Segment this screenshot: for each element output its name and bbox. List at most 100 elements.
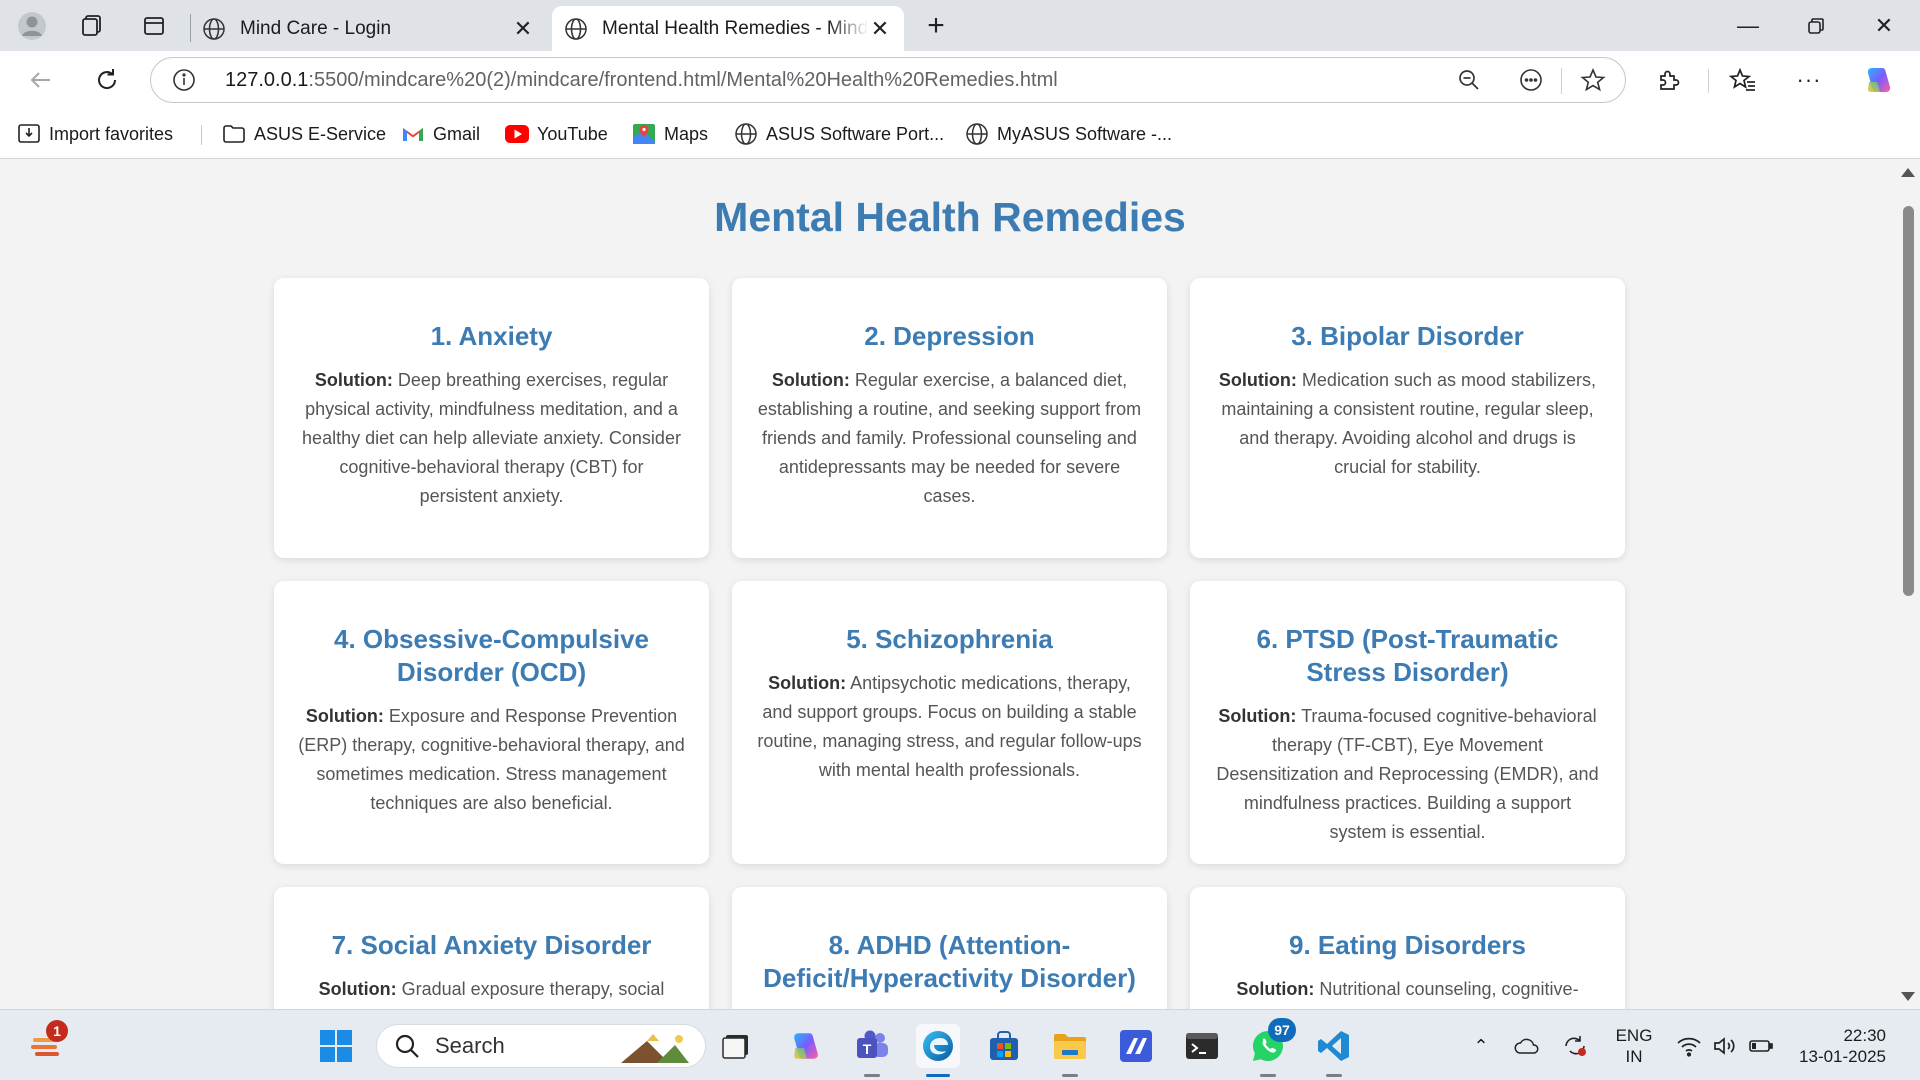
- profile-avatar[interactable]: [14, 8, 50, 44]
- read-aloud-button[interactable]: [1517, 66, 1545, 94]
- fav-gmail[interactable]: Gmail: [401, 120, 480, 148]
- close-tab-icon[interactable]: ✕: [511, 16, 535, 41]
- taskbar-app[interactable]: [1114, 1024, 1158, 1068]
- fav-myasus-software[interactable]: MyASUS Software -...: [965, 120, 1172, 148]
- taskbar-store[interactable]: [982, 1024, 1026, 1068]
- search-icon: [395, 1034, 419, 1058]
- taskbar-task-view[interactable]: [714, 1024, 758, 1068]
- card-text: Solution: Gradual exposure therapy, soci…: [298, 975, 685, 1009]
- puzzle-icon: [1660, 70, 1680, 90]
- taskbar-copilot[interactable]: [784, 1024, 828, 1068]
- card-text: Solution: Nutritional counseling, cognit…: [1214, 975, 1601, 1004]
- show-hidden-icons-button[interactable]: ⌃: [1466, 1024, 1496, 1068]
- remedy-card-ocd: 4. Obsessive-Compulsive Disorder (OCD) S…: [274, 581, 709, 864]
- url-text[interactable]: 127.0.0.1:5500/mindcare%20(2)/mindcare/f…: [225, 69, 1058, 92]
- remedy-card-schizophrenia: 5. Schizophrenia Solution: Antipsychotic…: [732, 581, 1167, 864]
- remedy-card-ptsd: 6. PTSD (Post-Traumatic Stress Disorder)…: [1190, 581, 1625, 864]
- terminal-icon: [1186, 1033, 1218, 1059]
- solution-label: Solution:: [1218, 706, 1297, 726]
- page-viewport: Mental Health Remedies 1. Anxiety Soluti…: [0, 160, 1920, 1009]
- fav-maps[interactable]: Maps: [632, 120, 708, 148]
- language-indicator[interactable]: ENG IN: [1612, 1025, 1656, 1067]
- more-tools-icon: [1520, 69, 1542, 91]
- battery-icon: [1749, 1040, 1773, 1052]
- url-host: 127.0.0.1: [225, 69, 309, 91]
- remedy-card-depression: 2. Depression Solution: Regular exercise…: [732, 278, 1167, 558]
- plus-icon: +: [927, 9, 945, 42]
- tab-actions-button[interactable]: [136, 8, 172, 44]
- solution-text: Trauma-focused cognitive-behavioral ther…: [1216, 706, 1599, 842]
- widgets-button[interactable]: 1: [24, 1020, 68, 1068]
- tray-wifi[interactable]: [1674, 1024, 1704, 1068]
- card-title: 7. Social Anxiety Disorder: [331, 930, 652, 960]
- gmail-icon: [401, 122, 425, 146]
- card-text: Solution: Deep breathing exercises, regu…: [298, 366, 685, 511]
- page-scrollbar[interactable]: [1897, 160, 1920, 1009]
- zoom-out-button[interactable]: [1455, 66, 1483, 94]
- system-clock[interactable]: 22:30 13-01-2025: [1786, 1025, 1886, 1067]
- site-info-icon[interactable]: [171, 67, 197, 93]
- minimize-button[interactable]: —: [1714, 0, 1782, 51]
- fav-asus-eservice[interactable]: ASUS E-Service: [222, 120, 386, 148]
- solution-text: Gradual exposure therapy, social skills: [401, 979, 665, 1009]
- close-icon: ✕: [1874, 12, 1894, 38]
- globe-icon: [965, 122, 989, 146]
- taskbar-file-explorer[interactable]: [1048, 1024, 1092, 1077]
- tab-mental-health-remedies[interactable]: Mental Health Remedies - Mind Care ✕: [552, 6, 904, 51]
- settings-more-button[interactable]: ···: [1790, 61, 1828, 99]
- scroll-down-arrow-icon[interactable]: [1901, 992, 1915, 1001]
- scroll-up-arrow-icon[interactable]: [1901, 168, 1915, 177]
- zoom-out-icon: [1459, 70, 1479, 90]
- card-text: Solution: Regular exercise, a balanced d…: [756, 366, 1143, 511]
- extensions-button[interactable]: [1650, 61, 1688, 99]
- back-button[interactable]: [22, 61, 60, 99]
- fav-label: YouTube: [537, 123, 608, 144]
- clock-time: 22:30: [1843, 1026, 1886, 1045]
- running-indicator: [1260, 1074, 1276, 1077]
- taskbar-terminal[interactable]: [1180, 1024, 1224, 1068]
- tray-battery[interactable]: [1746, 1024, 1776, 1068]
- remedies-grid: 1. Anxiety Solution: Deep breathing exer…: [274, 278, 1625, 1009]
- address-bar[interactable]: 127.0.0.1:5500/mindcare%20(2)/mindcare/f…: [150, 57, 1626, 103]
- fav-youtube[interactable]: YouTube: [505, 120, 608, 148]
- new-tab-button[interactable]: +: [918, 8, 954, 44]
- copilot-icon: [1867, 68, 1891, 92]
- running-indicator: [864, 1074, 880, 1077]
- favorites-list-icon: [1729, 67, 1755, 91]
- tray-onedrive[interactable]: [1512, 1024, 1542, 1068]
- taskbar-teams[interactable]: T: [850, 1024, 894, 1077]
- taskbar-whatsapp[interactable]: 97: [1246, 1018, 1296, 1077]
- taskbar-search[interactable]: Search: [376, 1024, 706, 1068]
- taskbar-vscode[interactable]: [1312, 1024, 1356, 1077]
- copilot-button[interactable]: [1860, 61, 1898, 99]
- card-title: 9. Eating Disorders: [1289, 930, 1526, 960]
- card-title: 3. Bipolar Disorder: [1291, 321, 1524, 351]
- start-button[interactable]: [314, 1024, 358, 1068]
- sync-icon: [1565, 1036, 1586, 1056]
- restore-button[interactable]: [1782, 0, 1850, 51]
- scrollbar-thumb[interactable]: [1903, 206, 1914, 596]
- favorite-star-button[interactable]: [1579, 66, 1607, 94]
- chevron-up-icon: ⌃: [1473, 1035, 1489, 1056]
- fav-asus-software-portal[interactable]: ASUS Software Port...: [734, 120, 944, 148]
- running-indicator: [1326, 1074, 1342, 1077]
- workspaces-button[interactable]: [74, 8, 110, 44]
- fav-label: ASUS E-Service: [254, 123, 387, 144]
- tray-volume[interactable]: [1710, 1024, 1740, 1068]
- card-title: 5. Schizophrenia: [846, 624, 1053, 654]
- close-tab-icon[interactable]: ✕: [868, 16, 892, 41]
- close-window-button[interactable]: ✕: [1850, 0, 1918, 51]
- fav-import-favorites[interactable]: Import favorites: [17, 120, 173, 148]
- tray-sync[interactable]: [1560, 1024, 1590, 1068]
- solution-label: Solution:: [305, 706, 384, 726]
- fav-label: Maps: [664, 123, 709, 144]
- solution-label: Solution:: [1218, 370, 1297, 390]
- folder-icon: [1054, 1034, 1086, 1059]
- card-title: 4. Obsessive-Compulsive Disorder (OCD): [333, 624, 650, 687]
- taskbar-edge[interactable]: [916, 1024, 960, 1077]
- tab-mind-care-login[interactable]: Mind Care - Login ✕: [190, 6, 547, 51]
- solution-label: Solution:: [1236, 979, 1315, 999]
- favorites-button[interactable]: [1724, 61, 1762, 99]
- onedrive-cloud-icon: [1514, 1038, 1539, 1054]
- refresh-button[interactable]: [88, 61, 126, 99]
